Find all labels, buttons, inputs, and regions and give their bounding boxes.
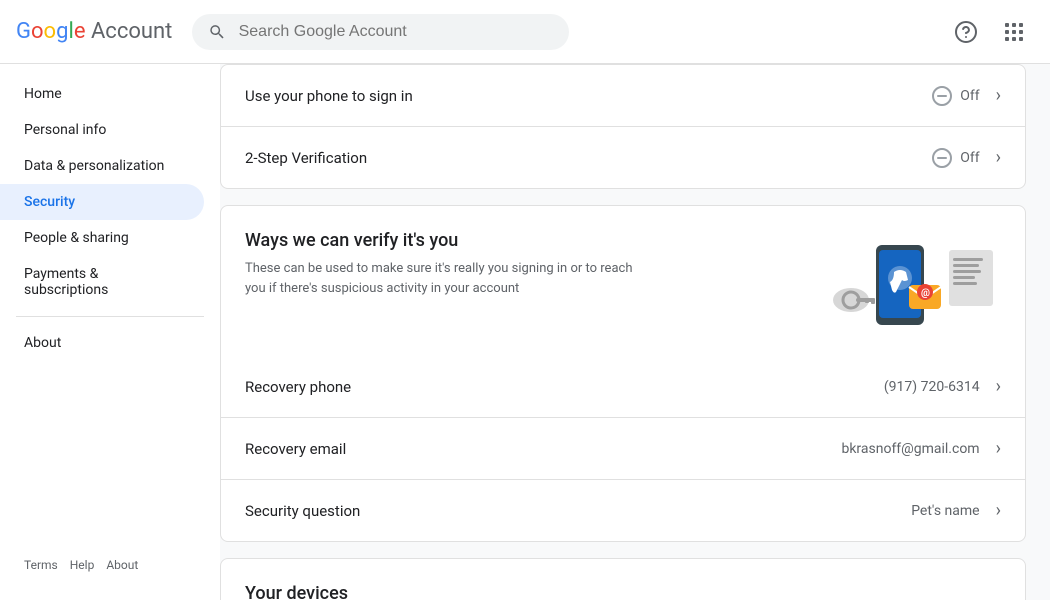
devices-card: Your devices You're currently signed in … bbox=[220, 558, 1026, 600]
phone-signin-status: Off bbox=[960, 88, 979, 104]
app-header: Google Account bbox=[0, 0, 1050, 64]
two-step-status: Off bbox=[960, 150, 979, 166]
footer-about-link[interactable]: About bbox=[106, 558, 138, 572]
sidebar-divider bbox=[16, 316, 204, 317]
phone-signin-label: Use your phone to sign in bbox=[245, 87, 932, 105]
devices-title: Your devices bbox=[245, 583, 1001, 600]
security-question-label: Security question bbox=[245, 502, 911, 520]
verify-header: Ways we can verify it's you These can be… bbox=[221, 206, 1025, 356]
apps-icon bbox=[1002, 20, 1026, 44]
body-container: Home Personal info Data & personalizatio… bbox=[0, 64, 1050, 600]
two-step-chevron: › bbox=[996, 147, 1001, 168]
security-question-answer: Pet's name bbox=[911, 503, 979, 519]
recovery-email-row[interactable]: Recovery email bkrasnoff@gmail.com › bbox=[221, 418, 1025, 480]
help-button[interactable] bbox=[946, 12, 986, 52]
verify-svg: @ bbox=[801, 230, 1001, 340]
two-step-label: 2-Step Verification bbox=[245, 149, 932, 167]
sidebar-item-payments[interactable]: Payments & subscriptions bbox=[0, 256, 204, 308]
sidebar-item-home[interactable]: Home bbox=[0, 76, 204, 112]
recovery-email-label: Recovery email bbox=[245, 440, 841, 458]
recovery-email-value: bkrasnoff@gmail.com bbox=[841, 441, 979, 457]
sidebar: Home Personal info Data & personalizatio… bbox=[0, 64, 220, 600]
security-question-chevron: › bbox=[996, 500, 1001, 521]
app-logo: Google Account bbox=[16, 19, 172, 44]
recovery-phone-value: (917) 720-6314 bbox=[884, 379, 980, 395]
sidebar-item-people-sharing[interactable]: People & sharing bbox=[0, 220, 204, 256]
header-icons bbox=[946, 12, 1034, 52]
devices-header: Your devices You're currently signed in … bbox=[221, 559, 1025, 600]
phone-signin-value: Off bbox=[932, 86, 979, 106]
recovery-phone-number: (917) 720-6314 bbox=[884, 379, 980, 395]
sidebar-item-data-personalization[interactable]: Data & personalization bbox=[0, 148, 204, 184]
recovery-phone-chevron: › bbox=[996, 376, 1001, 397]
verify-text: Ways we can verify it's you These can be… bbox=[245, 230, 801, 298]
recovery-email-chevron: › bbox=[996, 438, 1001, 459]
security-question-row[interactable]: Security question Pet's name › bbox=[221, 480, 1025, 541]
recovery-phone-row[interactable]: Recovery phone (917) 720-6314 › bbox=[221, 356, 1025, 418]
footer-help-link[interactable]: Help bbox=[70, 558, 95, 572]
search-box bbox=[192, 14, 569, 50]
apps-button[interactable] bbox=[994, 12, 1034, 52]
two-step-row[interactable]: 2-Step Verification Off › bbox=[221, 127, 1025, 188]
phone-signin-row[interactable]: Use your phone to sign in Off › bbox=[221, 65, 1025, 127]
phone-signin-off-icon bbox=[932, 86, 952, 106]
recovery-phone-label: Recovery phone bbox=[245, 378, 884, 396]
svg-text:@: @ bbox=[921, 288, 930, 299]
signing-in-card: Use your phone to sign in Off › 2-Step V… bbox=[220, 64, 1026, 189]
footer-terms-link[interactable]: Terms bbox=[24, 558, 58, 572]
verify-illustration: @ bbox=[801, 230, 1001, 340]
sidebar-item-personal-info[interactable]: Personal info bbox=[0, 112, 204, 148]
phone-signin-chevron: › bbox=[996, 85, 1001, 106]
sidebar-footer: Terms Help About bbox=[0, 542, 220, 588]
security-question-value: Pet's name bbox=[911, 503, 979, 519]
sidebar-item-security[interactable]: Security bbox=[0, 184, 204, 220]
verify-title: Ways we can verify it's you bbox=[245, 230, 801, 251]
two-step-value: Off bbox=[932, 148, 979, 168]
recovery-email-address: bkrasnoff@gmail.com bbox=[841, 441, 979, 457]
two-step-off-icon bbox=[932, 148, 952, 168]
search-container bbox=[192, 14, 569, 50]
verify-desc: These can be used to make sure it's real… bbox=[245, 259, 645, 298]
help-icon bbox=[954, 20, 978, 44]
search-icon bbox=[208, 22, 226, 42]
verify-card: Ways we can verify it's you These can be… bbox=[220, 205, 1026, 542]
sidebar-item-about[interactable]: About bbox=[0, 325, 204, 361]
main-content: Use your phone to sign in Off › 2-Step V… bbox=[220, 64, 1050, 600]
search-input[interactable] bbox=[239, 23, 554, 41]
